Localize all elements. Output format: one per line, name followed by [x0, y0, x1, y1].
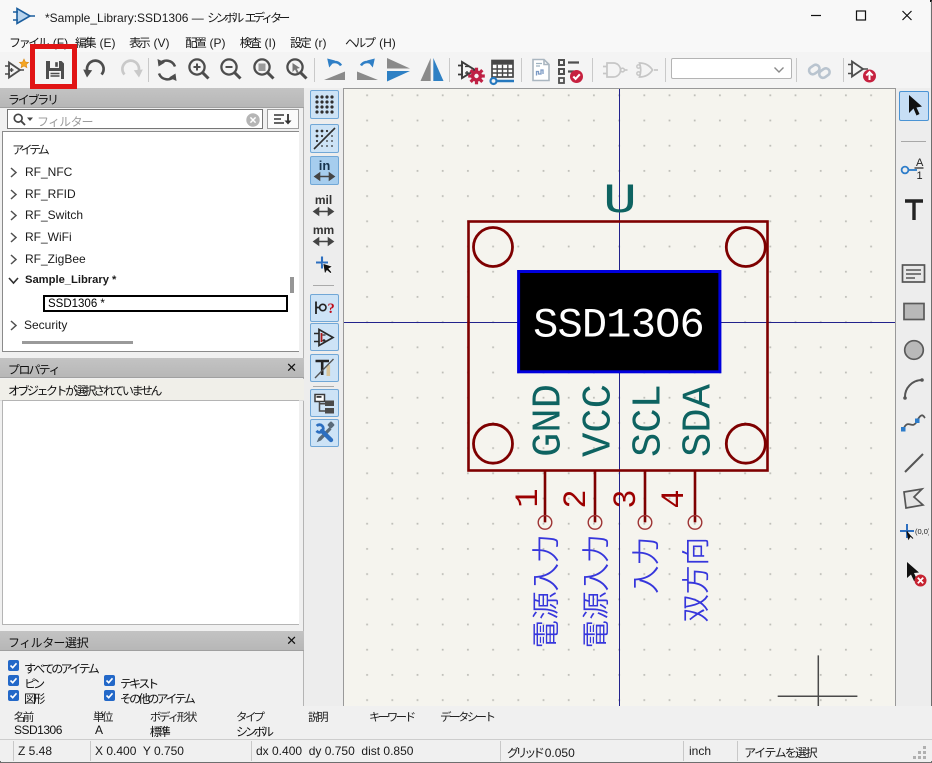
svg-text:A: A: [916, 157, 924, 169]
svg-text:電源入力: 電源入力: [524, 534, 565, 648]
svg-text:?: ?: [328, 301, 335, 317]
svg-text:1: 1: [510, 488, 547, 507]
svg-text:1: 1: [917, 170, 923, 182]
svg-text:4: 4: [656, 489, 693, 508]
svg-text:電源入力: 電源入力: [574, 534, 615, 648]
svg-text:SSD13O6: SSD13O6: [533, 302, 704, 350]
svg-text:U: U: [603, 177, 637, 225]
svg-text:mm: mm: [313, 223, 334, 237]
svg-text:2: 2: [558, 489, 595, 508]
svg-text:SCL: SCL: [627, 384, 673, 457]
svg-text:双方向: 双方向: [674, 537, 715, 623]
svg-text:入力: 入力: [624, 537, 665, 594]
svg-text:(0,0): (0,0): [915, 527, 929, 536]
svg-text:mil: mil: [315, 193, 332, 207]
svg-text:VCC: VCC: [577, 384, 623, 457]
svg-text:in: in: [319, 158, 331, 173]
svg-text:SDA: SDA: [677, 383, 723, 457]
svg-text:GND: GND: [527, 384, 573, 457]
svg-text:3: 3: [608, 489, 645, 508]
